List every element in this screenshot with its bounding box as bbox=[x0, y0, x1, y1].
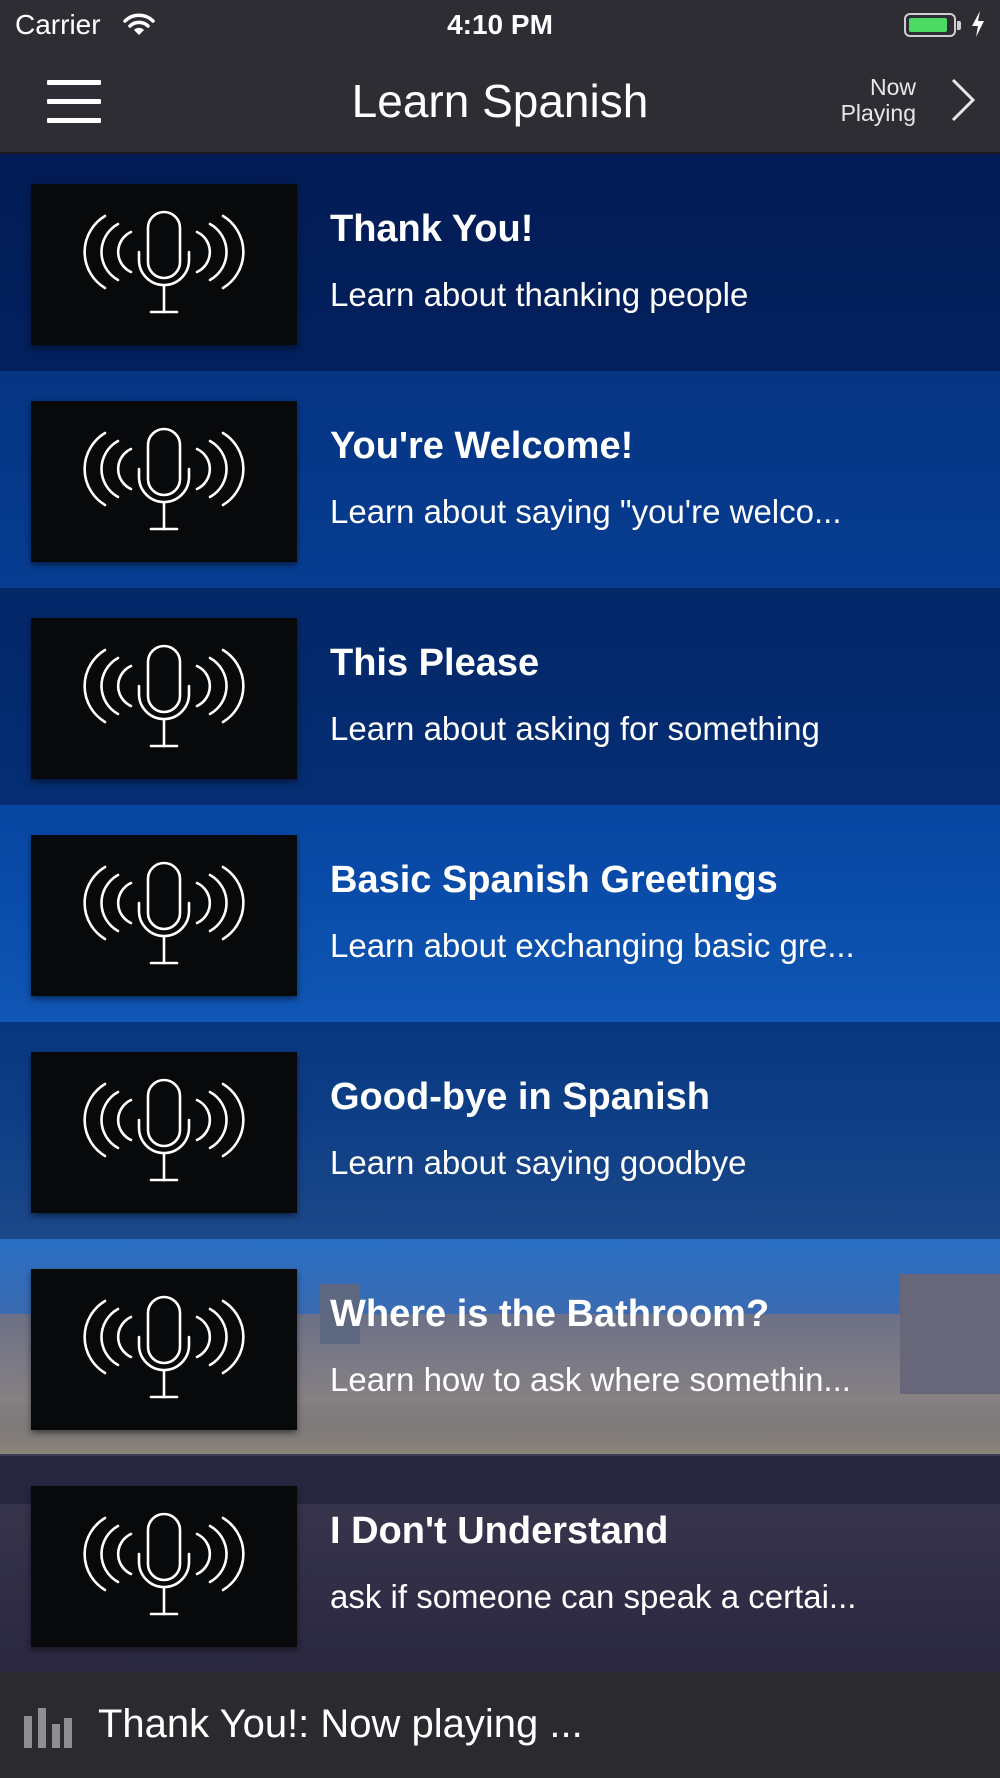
lesson-title: Thank You! bbox=[330, 208, 534, 250]
lesson-thumbnail bbox=[31, 1052, 297, 1213]
lesson-thumbnail bbox=[31, 401, 297, 562]
lesson-row[interactable]: I Don't Understand ask if someone can spe… bbox=[0, 1456, 1000, 1672]
lesson-list[interactable]: Thank You! Learn about thanking people You… bbox=[0, 154, 1000, 1672]
podcast-microphone-icon bbox=[81, 204, 247, 324]
lesson-title: I Don't Understand bbox=[330, 1510, 669, 1552]
lesson-subtitle: Learn about exchanging basic gre... bbox=[330, 927, 855, 964]
lesson-subtitle: Learn how to ask where somethin... bbox=[330, 1361, 851, 1398]
now-playing-label: Now Playing bbox=[840, 74, 916, 126]
lesson-thumbnail bbox=[31, 1486, 297, 1647]
battery-icon bbox=[904, 13, 961, 37]
podcast-microphone-icon bbox=[81, 638, 247, 758]
podcast-microphone-icon bbox=[81, 421, 247, 541]
lesson-title: You're Welcome! bbox=[330, 425, 634, 467]
podcast-microphone-icon bbox=[81, 1289, 247, 1409]
lesson-subtitle: Learn about saying goodbye bbox=[330, 1144, 747, 1181]
lesson-subtitle: Learn about thanking people bbox=[330, 276, 749, 313]
podcast-microphone-icon bbox=[81, 855, 247, 975]
lesson-row[interactable]: Thank You! Learn about thanking people bbox=[0, 154, 1000, 371]
lesson-title: Good-bye in Spanish bbox=[330, 1076, 711, 1118]
lesson-title: This Please bbox=[330, 642, 540, 684]
lesson-thumbnail bbox=[31, 1269, 297, 1430]
lesson-row[interactable]: Good-bye in Spanish Learn about saying go… bbox=[0, 1022, 1000, 1239]
chevron-right-icon bbox=[948, 76, 978, 129]
lesson-row[interactable]: You're Welcome! Learn about saying "you'r… bbox=[0, 371, 1000, 588]
lesson-row[interactable]: Where is the Bathroom? Learn how to ask w… bbox=[0, 1239, 1000, 1456]
lesson-subtitle: Learn about asking for something bbox=[330, 710, 820, 747]
podcast-microphone-icon bbox=[81, 1506, 247, 1626]
status-bar: Carrier 4:10 PM bbox=[0, 0, 1000, 52]
lesson-thumbnail bbox=[31, 835, 297, 996]
lesson-thumbnail bbox=[31, 184, 297, 345]
equalizer-icon bbox=[22, 1706, 72, 1753]
lesson-title: Basic Spanish Greetings bbox=[330, 859, 778, 901]
mini-player[interactable]: Thank You!: Now playing ... bbox=[0, 1672, 1000, 1778]
lesson-subtitle: Learn about saying "you're welco... bbox=[330, 493, 842, 530]
lesson-title: Where is the Bathroom? bbox=[330, 1293, 770, 1335]
now-playing-track-label: Thank You!: Now playing ... bbox=[98, 1702, 583, 1746]
podcast-microphone-icon bbox=[81, 1072, 247, 1192]
navigation-bar: Learn Spanish Now Playing bbox=[0, 52, 1000, 154]
lesson-subtitle: ask if someone can speak a certai... bbox=[330, 1578, 857, 1615]
lesson-row[interactable]: Basic Spanish Greetings Learn about excha… bbox=[0, 805, 1000, 1022]
lesson-row[interactable]: This Please Learn about asking for someth… bbox=[0, 588, 1000, 805]
lesson-thumbnail bbox=[31, 618, 297, 779]
clock: 4:10 PM bbox=[447, 9, 553, 40]
charging-icon bbox=[970, 10, 986, 45]
